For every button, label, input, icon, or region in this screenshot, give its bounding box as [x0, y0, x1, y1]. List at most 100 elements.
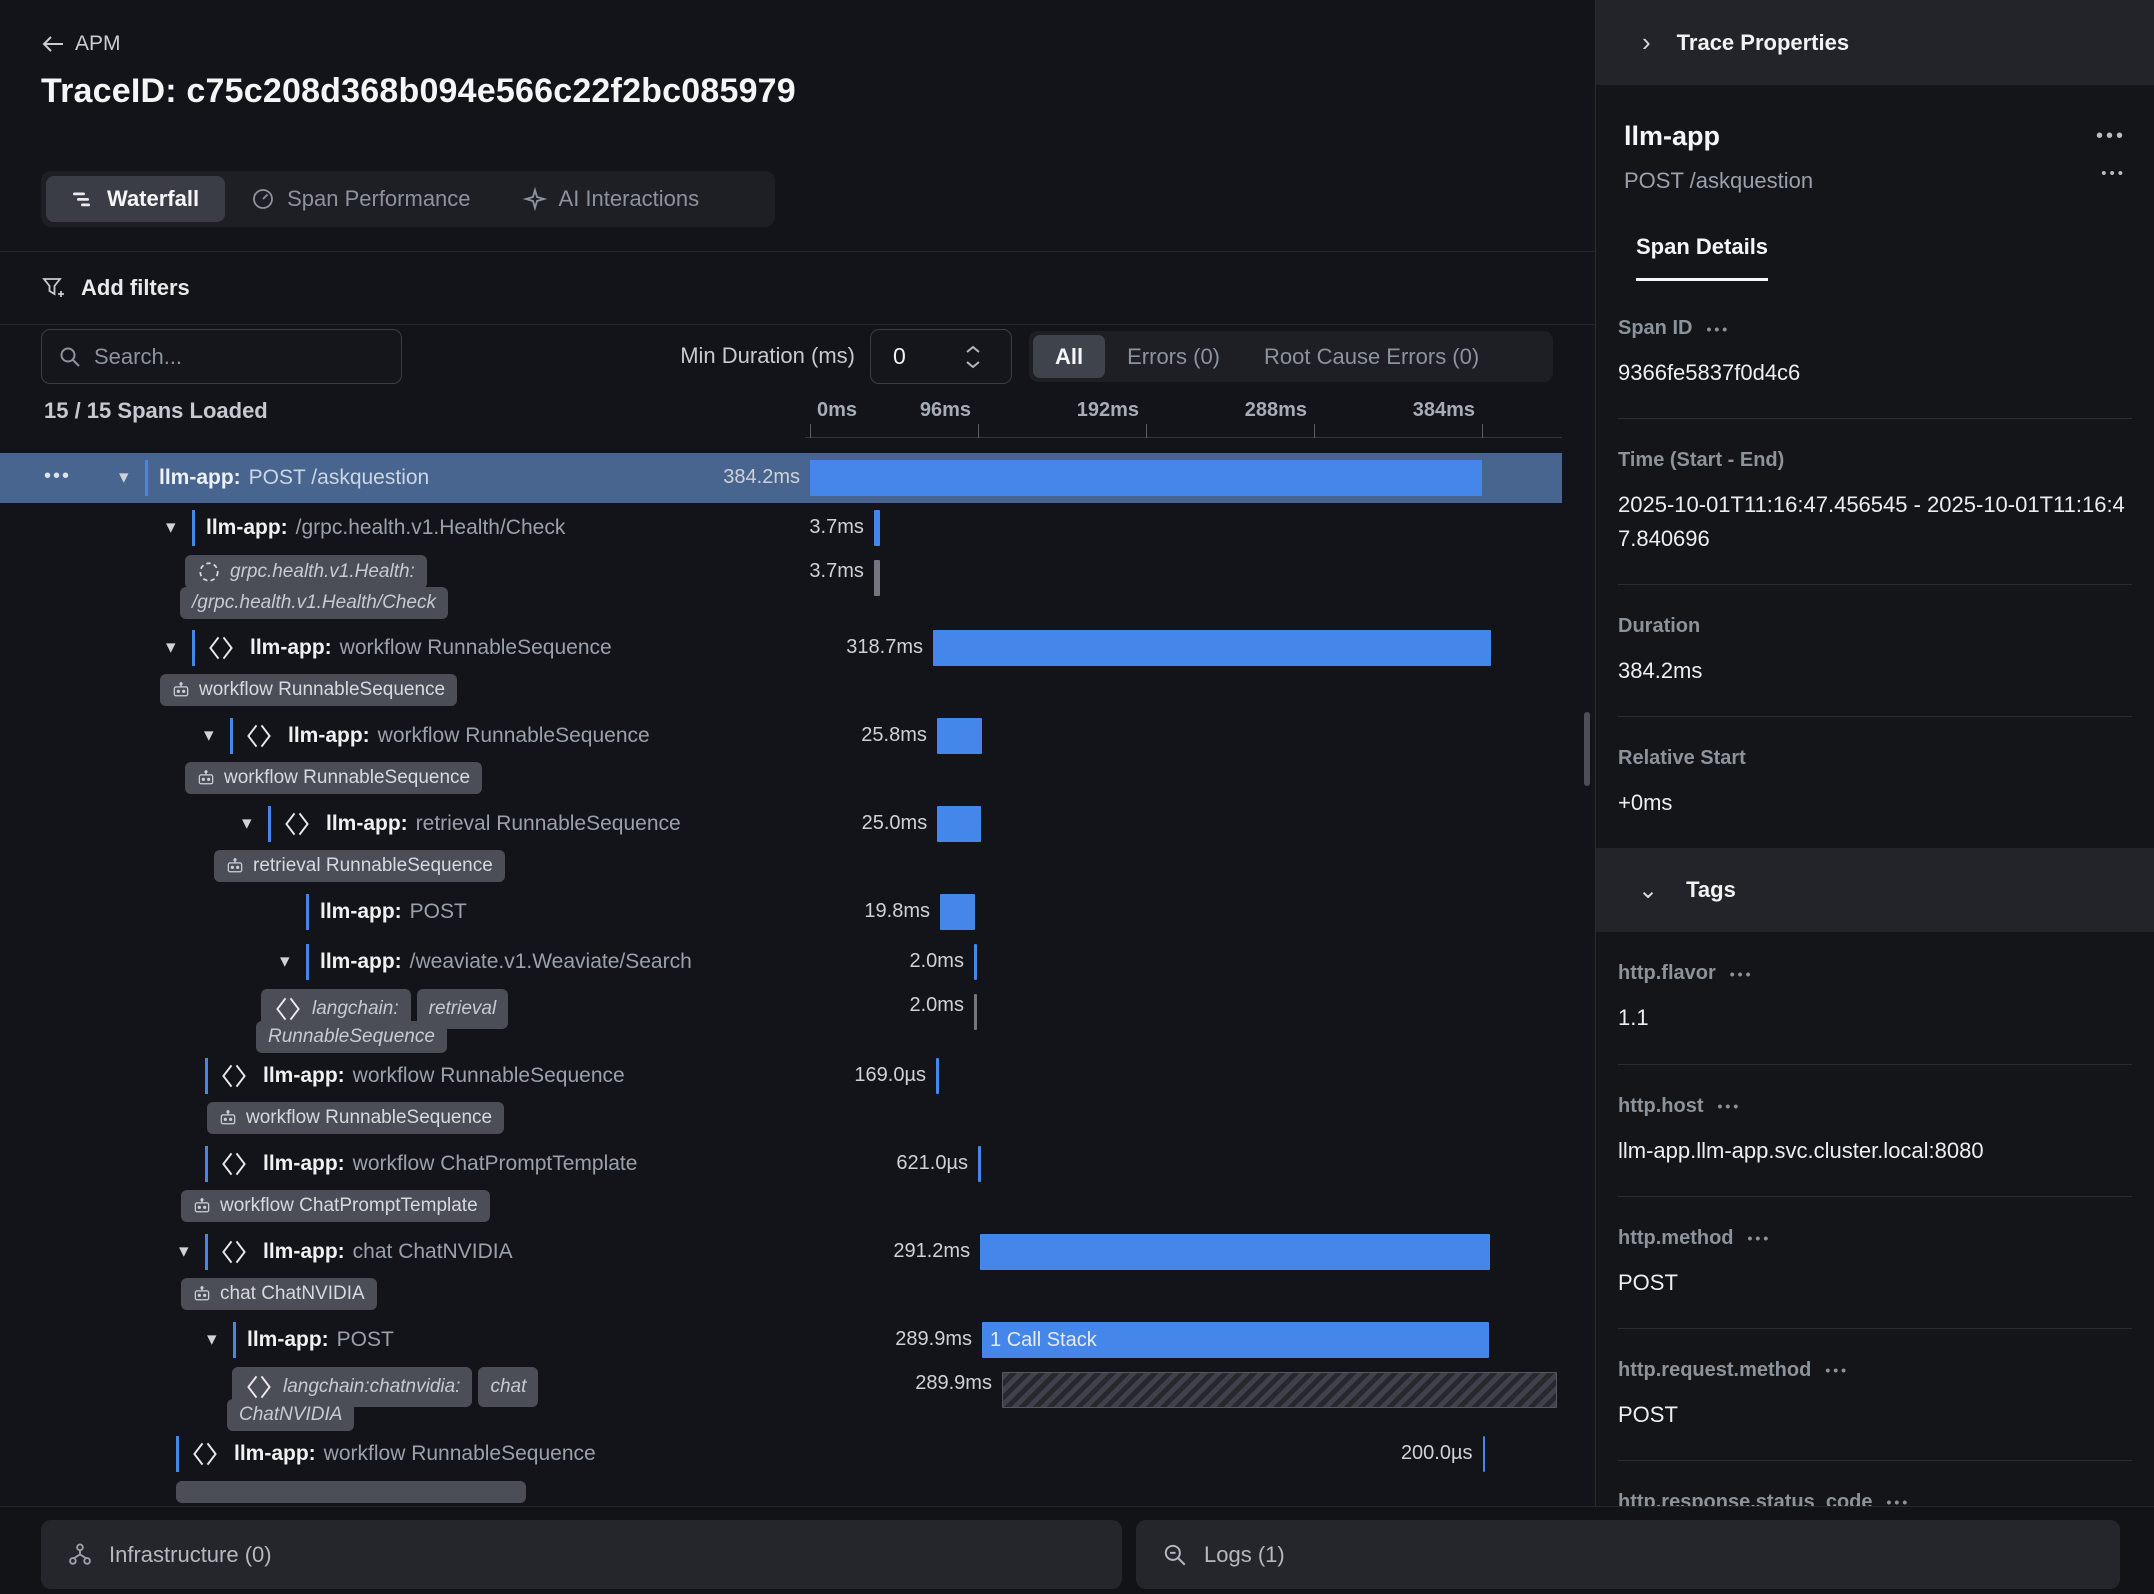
expand-caret-icon[interactable]: ▾ — [204, 711, 214, 761]
add-filters-button[interactable]: Add filters — [41, 266, 190, 310]
waterfall-row[interactable]: workflow RunnableSequence — [0, 1101, 1562, 1139]
timeline-tick-label: 288ms — [1245, 399, 1307, 422]
field-menu-icon[interactable]: ••• — [1718, 1098, 1742, 1114]
resource-chip[interactable]: RunnableSequence — [256, 1021, 447, 1053]
span-bar[interactable] — [937, 806, 981, 842]
span-bar[interactable] — [974, 944, 978, 980]
span-color-bar — [233, 1322, 236, 1358]
resource-chip[interactable]: chat ChatNVIDIA — [181, 1278, 377, 1310]
span-bar[interactable] — [1002, 1372, 1557, 1408]
resource-chip[interactable]: workflow ChatPromptTemplate — [181, 1190, 490, 1222]
waterfall-scrollbar[interactable] — [1584, 712, 1590, 786]
span-bar[interactable] — [810, 460, 1482, 496]
waterfall-row[interactable]: ▾llm-app:retrieval RunnableSequence25.0m… — [0, 799, 1562, 849]
min-duration-input[interactable] — [871, 343, 961, 370]
span-bar[interactable] — [936, 1058, 939, 1094]
waterfall-row[interactable]: ▾llm-app:workflow RunnableSequence318.7m… — [0, 623, 1562, 673]
span-name: llm-app:POST — [320, 887, 467, 937]
field-value: 9366fe5837f0d4c6 — [1618, 356, 2132, 390]
span-bar[interactable] — [933, 630, 1491, 666]
langchain-icon — [282, 809, 312, 839]
add-filters-label: Add filters — [81, 275, 190, 301]
waterfall-row[interactable]: workflow RunnableSequence — [0, 673, 1562, 711]
row-menu-icon[interactable]: ••• — [44, 465, 71, 488]
tab-span-performance[interactable]: Span Performance — [225, 176, 496, 222]
expand-caret-icon[interactable]: ▾ — [207, 1315, 217, 1365]
waterfall-row[interactable]: llm-app:workflow RunnableSequence200.0µs — [0, 1429, 1562, 1479]
timeline-tick — [810, 424, 811, 438]
field-menu-icon[interactable]: ••• — [1706, 321, 1730, 337]
waterfall-row[interactable]: ▾llm-app:POST289.9ms1 Call Stack — [0, 1315, 1562, 1365]
resource-menu-icon[interactable]: ••• — [2101, 165, 2126, 182]
segment-errors[interactable]: Errors (0) — [1105, 335, 1242, 378]
waterfall-row[interactable]: retrieval RunnableSequence — [0, 849, 1562, 887]
waterfall-row[interactable]: ▾llm-app:workflow RunnableSequence25.8ms — [0, 711, 1562, 761]
waterfall-row[interactable]: chat ChatNVIDIA — [0, 1277, 1562, 1315]
back-link[interactable]: APM — [41, 32, 121, 56]
span-duration: 289.9ms — [915, 1372, 992, 1395]
agent-icon — [219, 1110, 237, 1126]
spans-loaded-status: 15 / 15 Spans Loaded — [44, 398, 268, 424]
collapse-panel-icon[interactable]: › — [1642, 27, 1651, 58]
waterfall-row[interactable]: llm-app:workflow ChatPromptTemplate621.0… — [0, 1139, 1562, 1189]
field-menu-icon[interactable]: ••• — [1730, 966, 1754, 982]
service-menu-icon[interactable]: ••• — [2096, 125, 2126, 148]
langchain-icon — [219, 1237, 249, 1267]
span-bar[interactable] — [940, 894, 975, 930]
span-bar[interactable] — [974, 994, 978, 1030]
waterfall-row[interactable]: workflow ChatPromptTemplate — [0, 1189, 1562, 1227]
waterfall-row[interactable]: ▾llm-app:/grpc.health.v1.Health/Check3.7… — [0, 503, 1562, 553]
waterfall-row[interactable]: grpc.health.v1.Health:/grpc.health.v1.He… — [0, 553, 1562, 623]
span-bar[interactable] — [980, 1234, 1490, 1270]
tab-span-details[interactable]: Span Details — [1636, 234, 1768, 281]
resource-chip[interactable]: workflow RunnableSequence — [160, 674, 457, 706]
expand-caret-icon[interactable]: ▾ — [119, 453, 129, 503]
span-bar[interactable] — [874, 560, 880, 596]
expand-caret-icon[interactable]: ▾ — [166, 503, 176, 553]
langchain-icon — [244, 721, 274, 751]
span-name: llm-app:workflow RunnableSequence — [234, 1429, 596, 1479]
search-input[interactable] — [94, 344, 385, 370]
span-bar[interactable] — [937, 718, 982, 754]
span-bar[interactable] — [978, 1146, 981, 1182]
waterfall-row[interactable]: ▾llm-app:chat ChatNVIDIA291.2ms — [0, 1227, 1562, 1277]
timeline-tick — [1146, 424, 1147, 438]
resource-chip[interactable]: grpc.health.v1.Health: — [185, 555, 427, 589]
waterfall-row[interactable]: workflow RunnableSequence — [0, 761, 1562, 799]
tags-section-header[interactable]: ⌄Tags — [1596, 848, 2154, 932]
agent-icon — [193, 1198, 211, 1214]
resource-chip[interactable]: retrieval RunnableSequence — [214, 850, 505, 882]
field-menu-icon[interactable]: ••• — [1748, 1230, 1772, 1246]
expand-caret-icon[interactable]: ▾ — [280, 937, 290, 987]
waterfall-row-selected[interactable]: •••▾llm-app:POST /askquestion384.2ms — [0, 453, 1562, 503]
span-name: llm-app:POST /askquestion — [159, 453, 429, 503]
resource-chip[interactable]: workflow RunnableSequence — [185, 762, 482, 794]
expand-caret-icon[interactable]: ▾ — [242, 799, 252, 849]
span-name: llm-app:/grpc.health.v1.Health/Check — [206, 503, 565, 553]
expand-caret-icon[interactable]: ▾ — [166, 623, 176, 673]
min-duration-stepper[interactable] — [965, 345, 981, 369]
tab-ai-interactions[interactable]: AI Interactions — [497, 176, 726, 222]
waterfall-row[interactable]: langchain:retrievalRunnableSequence2.0ms — [0, 987, 1562, 1051]
resource-chip[interactable]: ChatNVIDIA — [227, 1399, 354, 1431]
tab-waterfall[interactable]: Waterfall — [46, 176, 225, 222]
segment-all[interactable]: All — [1033, 335, 1105, 378]
resource-chip[interactable]: chat — [478, 1367, 538, 1407]
resource-chip[interactable]: /grpc.health.v1.Health/Check — [180, 587, 448, 619]
span-bar[interactable]: 1 Call Stack — [982, 1322, 1489, 1358]
waterfall-row[interactable]: llm-app:POST19.8ms — [0, 887, 1562, 937]
resource-chip[interactable] — [176, 1481, 526, 1503]
resource-chip[interactable]: workflow RunnableSequence — [207, 1102, 504, 1134]
span-bar[interactable] — [1483, 1436, 1486, 1472]
waterfall-row[interactable]: ▾llm-app:/weaviate.v1.Weaviate/Search2.0… — [0, 937, 1562, 987]
waterfall-row[interactable]: langchain:chatnvidia:chatChatNVIDIA289.9… — [0, 1365, 1562, 1429]
waterfall-row[interactable]: llm-app:workflow RunnableSequence169.0µs — [0, 1051, 1562, 1101]
expand-caret-icon[interactable]: ▾ — [179, 1227, 189, 1277]
waterfall-row[interactable] — [0, 1479, 1562, 1491]
field-menu-icon[interactable]: ••• — [1825, 1362, 1849, 1378]
span-name: llm-app:/weaviate.v1.Weaviate/Search — [320, 937, 692, 987]
segment-root-cause-errors[interactable]: Root Cause Errors (0) — [1242, 335, 1501, 378]
logs-button[interactable]: Logs (1) — [1136, 1520, 2120, 1589]
infrastructure-button[interactable]: Infrastructure (0) — [41, 1520, 1122, 1589]
span-bar[interactable] — [874, 510, 880, 546]
